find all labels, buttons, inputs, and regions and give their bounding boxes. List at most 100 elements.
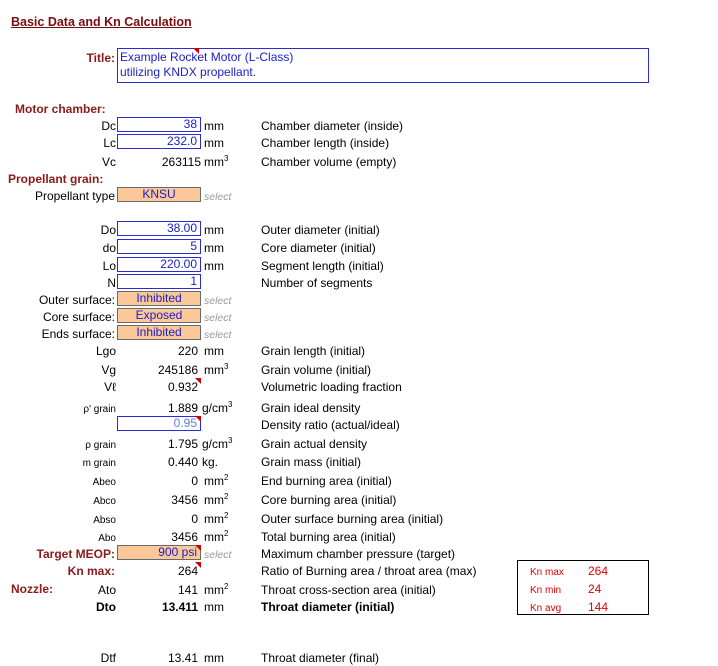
abeo-symbol: Abeo [92, 477, 116, 488]
abeo-desc: End burning area (initial) [261, 474, 392, 488]
mass-symbol: m grain [82, 458, 116, 469]
comment-marker[interactable] [195, 562, 201, 568]
abo-value: 3456 [171, 530, 198, 544]
core-surface-label: Core surface: [42, 310, 115, 324]
abo-desc: Total burning area (initial) [261, 530, 396, 544]
knmax-desc: Ratio of Burning area / throat area (max… [261, 564, 477, 578]
meop-hint: select [204, 549, 232, 561]
title-line-2: utilizing KNDX propellant. [120, 65, 257, 79]
comment-marker[interactable] [195, 378, 201, 384]
dc-unit: mm [204, 119, 224, 133]
ato-unit: mm2 [204, 582, 229, 598]
outer-diameter-unit: mm [204, 223, 224, 237]
dc-symbol: Dc [101, 119, 116, 133]
kn-max-label: Kn max [530, 567, 564, 578]
outer-surface-select[interactable]: Inhibited [117, 291, 201, 306]
lgo-symbol: Lgo [95, 344, 116, 358]
core-symbol: do [102, 241, 116, 255]
nozzle-header: Nozzle: [11, 582, 53, 596]
rho-ideal-desc: Grain ideal density [261, 401, 361, 415]
abso-desc: Outer surface burning area (initial) [261, 512, 444, 526]
vg-desc: Grain volume (initial) [261, 363, 372, 377]
abo-symbol: Abo [98, 533, 116, 544]
abco-unit: mm2 [204, 492, 229, 508]
ato-desc: Throat cross-section area (initial) [261, 583, 436, 597]
lc-unit: mm [204, 136, 224, 150]
abco-symbol: Abco [93, 496, 116, 507]
abco-value: 3456 [171, 493, 198, 507]
lc-desc: Chamber length (inside) [261, 136, 390, 150]
ends-surface-select[interactable]: Inhibited [117, 325, 201, 340]
n-symbol: N [107, 276, 116, 290]
dtf-value: 13.41 [167, 651, 198, 665]
ato-symbol: Ato [97, 583, 116, 597]
density-ratio-desc: Density ratio (actual/ideal) [261, 418, 400, 432]
dto-value: 13.411 [161, 600, 198, 614]
abco-desc: Core burning area (initial) [261, 493, 397, 507]
core-surface-hint: select [204, 312, 232, 324]
knmax-label: Kn max: [67, 564, 115, 578]
lgo-value: 220 [177, 344, 198, 358]
page-title: Basic Data and Kn Calculation [11, 15, 192, 29]
density-ratio-input[interactable]: 0.95 [117, 416, 201, 431]
kn-max-value: 264 [588, 564, 609, 578]
meop-input[interactable]: 900 psi [117, 545, 201, 560]
lo-symbol: Lo [102, 259, 116, 273]
abeo-unit: mm2 [204, 473, 229, 489]
kn-min-value: 24 [588, 582, 602, 596]
core-diameter-unit: mm [204, 241, 224, 255]
lgo-unit: mm [204, 344, 224, 358]
vg-unit: mm3 [204, 362, 229, 378]
comment-marker[interactable] [193, 48, 199, 54]
mass-value: 0.440 [167, 455, 198, 469]
outer-diameter-input[interactable]: 38.00 [117, 221, 201, 236]
vc-unit: mm3 [204, 154, 229, 170]
dtf-desc: Throat diameter (final) [261, 651, 380, 665]
vg-value: 245186 [157, 363, 198, 377]
rho-actual-desc: Grain actual density [261, 437, 368, 451]
core-diameter-desc: Core diameter (initial) [261, 241, 376, 255]
rho-ideal-unit: g/cm3 [202, 400, 233, 416]
vc-symbol: Vc [101, 155, 116, 169]
kn-summary-box: Kn max 264 Kn min 24 Kn avg 144 [517, 560, 649, 615]
dc-desc: Chamber diameter (inside) [261, 119, 404, 133]
vl-value: 0.932 [167, 380, 198, 394]
propellant-grain-header: Propellant grain: [8, 172, 104, 186]
rho-ideal-value: 1.889 [167, 401, 198, 415]
ato-value: 141 [177, 583, 198, 597]
rho-ideal-symbol: ρ' grain [83, 404, 116, 415]
segments-desc: Number of segments [261, 276, 373, 290]
mass-unit: kg. [202, 455, 219, 469]
abeo-value: 0 [191, 474, 198, 488]
rho-actual-unit: g/cm3 [202, 436, 233, 452]
propellant-type-select[interactable]: KNSU [117, 187, 201, 202]
abso-unit: mm2 [204, 511, 229, 527]
comment-marker[interactable] [195, 416, 201, 422]
motor-chamber-header: Motor chamber: [15, 102, 106, 116]
core-diameter-input[interactable]: 5 [117, 239, 201, 254]
segment-length-unit: mm [204, 259, 224, 273]
ends-surface-hint: select [204, 329, 232, 341]
outer-surface-hint: select [204, 295, 232, 307]
lc-input[interactable]: 232.0 [117, 134, 201, 149]
do-outer-symbol: Do [100, 223, 116, 237]
meop-desc: Maximum chamber pressure (target) [261, 547, 456, 561]
abo-unit: mm2 [204, 529, 229, 545]
mass-desc: Grain mass (initial) [261, 455, 362, 469]
knmax-value: 264 [177, 564, 198, 578]
dto-symbol: Dto [96, 600, 116, 614]
comment-marker[interactable] [195, 545, 201, 551]
dto-desc: Throat diameter (initial) [261, 600, 395, 614]
vc-desc: Chamber volume (empty) [261, 155, 397, 169]
dtf-symbol: Dtf [100, 651, 116, 665]
dc-input[interactable]: 38 [117, 117, 201, 132]
kn-avg-value: 144 [588, 600, 609, 614]
vl-symbol: Vℓ [104, 380, 116, 394]
core-surface-select[interactable]: Exposed [117, 308, 201, 323]
vc-value: 263115 [161, 155, 201, 169]
propellant-type-label: Propellant type [34, 189, 115, 203]
outer-diameter-desc: Outer diameter (initial) [261, 223, 380, 237]
segment-length-input[interactable]: 220.00 [117, 257, 201, 272]
segments-input[interactable]: 1 [117, 274, 201, 289]
abso-symbol: Abso [93, 515, 116, 526]
